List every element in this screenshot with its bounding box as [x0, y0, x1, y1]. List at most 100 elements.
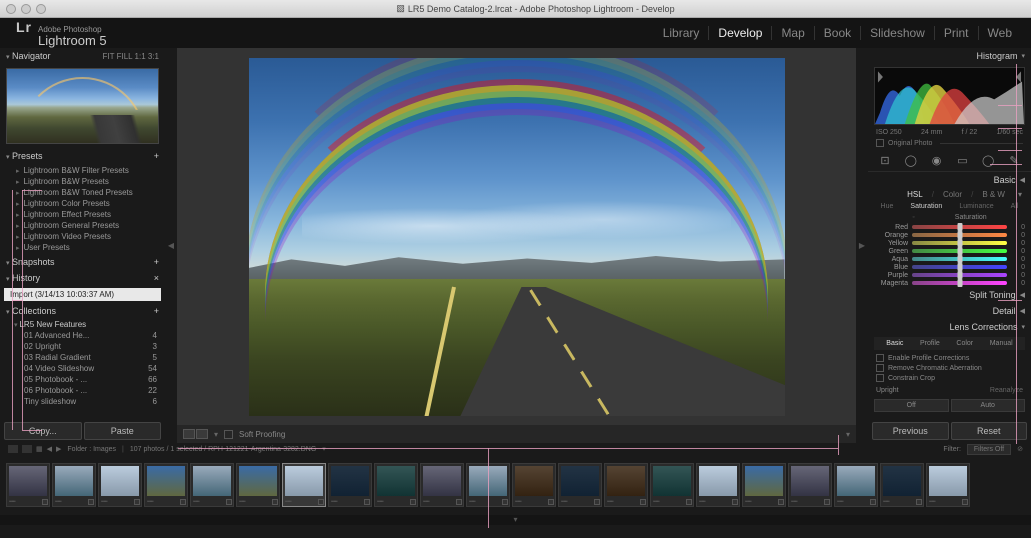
- plus-icon[interactable]: +: [154, 306, 159, 316]
- radial-filter-icon[interactable]: ◯: [979, 152, 997, 168]
- slider-track[interactable]: [912, 257, 1007, 261]
- collection-item[interactable]: Tiny slideshow6: [0, 396, 165, 407]
- filmstrip-thumbnail[interactable]: •••••: [788, 463, 832, 507]
- adjustment-brush-icon[interactable]: ✎: [1005, 152, 1023, 168]
- copy-settings-button[interactable]: Copy...: [4, 422, 82, 440]
- module-slideshow[interactable]: Slideshow: [860, 26, 934, 40]
- lc-tab-profile[interactable]: Profile: [920, 340, 940, 347]
- subtab-saturation[interactable]: Saturation: [907, 203, 945, 210]
- filmstrip-thumbnail[interactable]: •••••: [420, 463, 464, 507]
- collection-item[interactable]: 02 Upright3: [0, 341, 165, 352]
- before-after-icon[interactable]: [196, 429, 208, 439]
- plus-icon[interactable]: +: [154, 257, 159, 267]
- module-web[interactable]: Web: [978, 26, 1021, 40]
- basic-panel-header[interactable]: Basic◀: [868, 172, 1031, 188]
- filter-lock-icon[interactable]: ⊘: [1017, 445, 1023, 453]
- filmstrip-thumbnail[interactable]: •••••: [880, 463, 924, 507]
- right-collapse-handle[interactable]: ▶: [856, 48, 868, 443]
- filmstrip-thumbnail[interactable]: •••••: [374, 463, 418, 507]
- subtab-hue[interactable]: Hue: [878, 203, 897, 210]
- preset-folder[interactable]: Lightroom B&W Presets: [0, 176, 165, 187]
- left-collapse-handle[interactable]: ◀: [165, 48, 177, 443]
- module-map[interactable]: Map: [771, 26, 813, 40]
- chevron-down-icon[interactable]: ▾: [214, 430, 218, 439]
- preset-folder[interactable]: Lightroom Color Presets: [0, 198, 165, 209]
- filmstrip-thumbnail[interactable]: •••••: [926, 463, 970, 507]
- lc-tab-manual[interactable]: Manual: [990, 340, 1013, 347]
- filmstrip-thumbnail[interactable]: •••••: [328, 463, 372, 507]
- slider-track[interactable]: [912, 273, 1007, 277]
- subtab-all[interactable]: All: [1008, 203, 1022, 210]
- history-item[interactable]: Import (3/14/13 10:03:37 AM): [4, 288, 161, 301]
- filmstrip-thumbnail[interactable]: •••••: [98, 463, 142, 507]
- preset-folder[interactable]: Lightroom Effect Presets: [0, 209, 165, 220]
- slider-track[interactable]: [912, 265, 1007, 269]
- main-window-icon[interactable]: [8, 445, 18, 453]
- preset-folder[interactable]: Lightroom B&W Filter Presets: [0, 165, 165, 176]
- collection-item[interactable]: 03 Radial Gradient5: [0, 352, 165, 363]
- filmstrip-thumbnail[interactable]: •••••: [52, 463, 96, 507]
- toolbar-collapse-icon[interactable]: ▾: [846, 430, 850, 439]
- filmstrip-thumbnail[interactable]: •••••: [512, 463, 556, 507]
- history-header[interactable]: ▾ History ×: [0, 270, 165, 286]
- redeye-tool-icon[interactable]: ◉: [928, 152, 946, 168]
- preset-folder[interactable]: Lightroom Video Presets: [0, 231, 165, 242]
- collection-item[interactable]: 04 Video Slideshow54: [0, 363, 165, 374]
- tab-color[interactable]: Color: [940, 190, 965, 199]
- slider-track[interactable]: [912, 249, 1007, 253]
- nav-forward-icon[interactable]: ▶: [56, 445, 61, 453]
- plus-icon[interactable]: +: [154, 151, 159, 161]
- grid-view-icon[interactable]: ▦: [36, 445, 43, 453]
- filmstrip-thumbnail[interactable]: •••••: [236, 463, 280, 507]
- collection-set[interactable]: LR5 New Features: [0, 319, 165, 330]
- enable-profile-checkbox[interactable]: [876, 354, 884, 362]
- filmstrip[interactable]: // will be filled after main binding •••…: [0, 455, 1031, 515]
- clear-icon[interactable]: ×: [154, 273, 159, 283]
- original-photo-checkbox[interactable]: [876, 139, 884, 147]
- histogram-display[interactable]: [874, 67, 1025, 125]
- filmstrip-thumbnail[interactable]: •••••: [466, 463, 510, 507]
- preset-folder[interactable]: Lightroom B&W Toned Presets: [0, 187, 165, 198]
- close-window-button[interactable]: [6, 4, 16, 14]
- tab-bw[interactable]: B & W: [979, 190, 1008, 199]
- filmstrip-thumbnail[interactable]: •••••: [650, 463, 694, 507]
- chevron-down-icon[interactable]: ▾: [322, 445, 326, 453]
- filmstrip-collapse-handle[interactable]: ▾: [0, 515, 1031, 525]
- upright-off-button[interactable]: Off: [874, 399, 949, 412]
- minimize-window-button[interactable]: [21, 4, 31, 14]
- slider-track[interactable]: [912, 225, 1007, 229]
- reanalyze-button[interactable]: Reanalyze: [990, 387, 1023, 394]
- upright-auto-button[interactable]: Auto: [951, 399, 1026, 412]
- reset-button[interactable]: Reset: [951, 422, 1028, 440]
- graduated-filter-icon[interactable]: ▭: [953, 152, 971, 168]
- lens-corrections-header[interactable]: Lens Corrections▾: [868, 319, 1031, 335]
- loupe-view-icon[interactable]: [183, 429, 195, 439]
- slider-track[interactable]: [912, 233, 1007, 237]
- targeted-adjust-icon[interactable]: ◦: [912, 214, 914, 221]
- module-book[interactable]: Book: [814, 26, 860, 40]
- tab-hsl[interactable]: HSL: [904, 190, 926, 199]
- previous-button[interactable]: Previous: [872, 422, 949, 440]
- navigator-zoom-modes[interactable]: FIT FILL 1:1 3:1: [103, 52, 159, 61]
- subtab-luminance[interactable]: Luminance: [956, 203, 996, 210]
- filmstrip-thumbnail[interactable]: •••••: [282, 463, 326, 507]
- histogram-header[interactable]: Histogram▾: [868, 48, 1031, 64]
- crop-tool-icon[interactable]: ⊡: [876, 152, 894, 168]
- maximize-window-button[interactable]: [36, 4, 46, 14]
- collection-item[interactable]: 01 Advanced He...4: [0, 330, 165, 341]
- navigator-preview[interactable]: [6, 68, 159, 144]
- paste-settings-button[interactable]: Paste: [84, 422, 162, 440]
- filmstrip-thumbnail[interactable]: •••••: [558, 463, 602, 507]
- filmstrip-thumbnail[interactable]: •••••: [6, 463, 50, 507]
- module-print[interactable]: Print: [934, 26, 978, 40]
- detail-header[interactable]: Detail◀: [868, 303, 1031, 319]
- filmstrip-path[interactable]: Folder : Images: [67, 446, 116, 453]
- lc-tab-basic[interactable]: Basic: [886, 340, 903, 347]
- slider-track[interactable]: [912, 241, 1007, 245]
- snapshots-header[interactable]: ▾ Snapshots +: [0, 254, 165, 270]
- module-develop[interactable]: Develop: [708, 26, 771, 40]
- collections-header[interactable]: ▾ Collections +: [0, 303, 165, 319]
- soft-proofing-checkbox[interactable]: [224, 430, 233, 439]
- filmstrip-thumbnail[interactable]: •••••: [144, 463, 188, 507]
- collection-item[interactable]: 05 Photobook - ...66: [0, 374, 165, 385]
